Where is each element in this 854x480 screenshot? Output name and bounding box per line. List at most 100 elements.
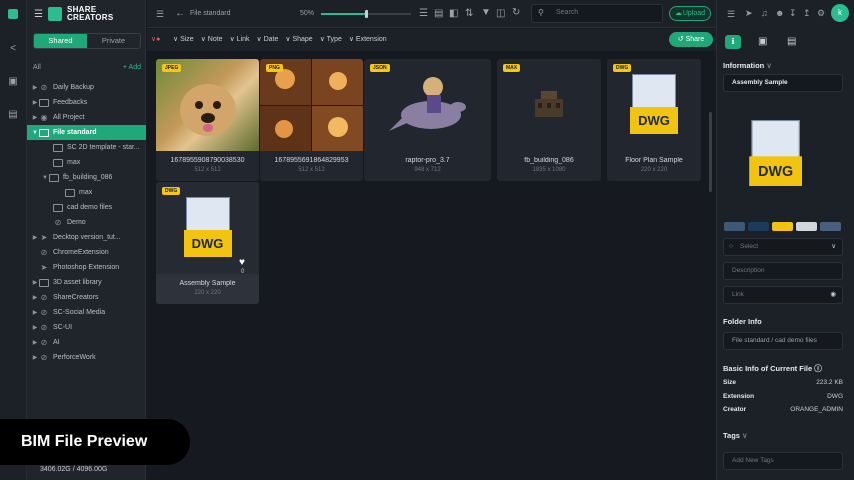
sidebar-item-all-project[interactable]: ▶ ◉ All Project: [27, 110, 146, 125]
panel-menu-icon[interactable]: ☰: [727, 9, 735, 20]
chevron-right-icon[interactable]: ▶: [31, 354, 39, 361]
filter-extension[interactable]: ∨ Extension: [349, 35, 387, 43]
sidebar-item-demo[interactable]: ⊘ Demo: [27, 215, 146, 230]
sidebar-item-sc-social-media[interactable]: ▶ ⊘ SC-Social Media: [27, 305, 146, 320]
sidebar-item-sc-2d-template[interactable]: SC 2D template - star...: [27, 140, 146, 155]
tab-shared[interactable]: Shared: [34, 34, 87, 48]
color-swatch[interactable]: [772, 222, 793, 231]
select-dropdown[interactable]: ○ Select ∨: [723, 238, 843, 256]
library-icon[interactable]: ▣: [6, 75, 20, 89]
image-tab-icon[interactable]: ▣: [758, 36, 767, 47]
globe-icon[interactable]: ◉: [830, 287, 836, 303]
chevron-right-icon[interactable]: ▶: [31, 294, 39, 301]
filter-shape[interactable]: ∨ Shape: [285, 35, 312, 43]
upload-button[interactable]: ☁ Upload: [669, 6, 711, 21]
zoom-slider-handle[interactable]: [365, 10, 368, 18]
chevron-right-icon[interactable]: ▶: [31, 84, 39, 91]
chevron-right-icon[interactable]: ▶: [31, 99, 39, 106]
refresh-icon[interactable]: ↻: [512, 7, 520, 18]
sidebar-item-perforcework[interactable]: ▶ ⊘ PerforceWork: [27, 350, 146, 365]
avatar[interactable]: k: [831, 4, 849, 22]
sidebar-item-chrome-extension[interactable]: ⊘ ChromeExtension: [27, 245, 146, 260]
breadcrumb[interactable]: File standard: [190, 10, 230, 17]
share-icon[interactable]: <: [6, 42, 20, 56]
sidebar-item-daily-backup[interactable]: ▶ ⊘ Daily Backup: [27, 80, 146, 95]
link-field[interactable]: Link ◉: [723, 286, 843, 304]
sidebar-item-photoshop-extension[interactable]: ➤ Photoshop Extension: [27, 260, 146, 275]
sidebar-item-file-standard[interactable]: ▼ File standard: [27, 125, 146, 140]
folder-icon: [39, 278, 49, 287]
sidebar-item-cad-demo-files[interactable]: cad demo files: [27, 200, 146, 215]
file-card[interactable]: JPEG 1678955908790038530 512 x 512: [156, 59, 259, 181]
sidebar-item-fb-building[interactable]: ▼ fb_building_086: [27, 170, 146, 185]
scrollbar[interactable]: [709, 112, 712, 192]
storage-icon[interactable]: ▤: [6, 108, 20, 122]
sidebar-item-feedbacks[interactable]: ▶ Feedbacks: [27, 95, 146, 110]
layout-icon[interactable]: ◧: [449, 8, 458, 19]
chevron-down-icon[interactable]: ▼: [31, 130, 39, 136]
file-card[interactable]: JSON raptor-pro_3.7 948 x 712: [364, 59, 491, 181]
color-swatch[interactable]: [724, 222, 745, 231]
sidebar-item-sc-ui[interactable]: ▶ ⊘ SC-UI: [27, 320, 146, 335]
sidebar-item-max-sub[interactable]: max: [27, 185, 146, 200]
info-tab-icon[interactable]: ℹ: [725, 35, 741, 49]
zoom-slider[interactable]: [321, 10, 411, 18]
sidebar-item-max[interactable]: max: [27, 155, 146, 170]
add-tags-input[interactable]: Add New Tags: [723, 452, 843, 470]
download-icon[interactable]: ↧: [789, 8, 797, 19]
settings-icon[interactable]: ⚙: [817, 8, 825, 19]
sidebar-item-sharecreators[interactable]: ▶ ⊘ ShareCreators: [27, 290, 146, 305]
thumbnail-raptor: [364, 59, 491, 151]
filter-type[interactable]: ∨ Type: [320, 35, 342, 43]
color-swatch[interactable]: [796, 222, 817, 231]
chevron-right-icon[interactable]: ▶: [31, 114, 39, 121]
chevron-right-icon[interactable]: ▶: [31, 279, 39, 286]
information-title[interactable]: Information ∨: [723, 61, 772, 70]
filter-date[interactable]: ∨ Date: [257, 35, 279, 43]
file-card[interactable]: PNG 1678955691864829953 512 x 512: [260, 59, 363, 181]
upload-icon[interactable]: ↥: [803, 8, 811, 19]
folder-icon: [53, 158, 63, 167]
folder-path[interactable]: File standard / cad demo files: [723, 332, 843, 350]
sort-icon[interactable]: ⇅: [465, 8, 473, 19]
add-button[interactable]: + Add: [123, 64, 141, 71]
search-input[interactable]: Search: [556, 9, 578, 16]
tab-private[interactable]: Private: [87, 34, 140, 48]
sidebar-toggle-icon[interactable]: ☰: [156, 9, 164, 20]
all-label[interactable]: All: [33, 64, 41, 71]
sidebar-item-decktop[interactable]: ▶ ➤ Decktop version_tut...: [27, 230, 146, 245]
columns-icon[interactable]: ◫: [496, 8, 505, 19]
folder-tab-icon[interactable]: ▤: [787, 36, 796, 47]
filter-note[interactable]: ∨ Note: [201, 35, 223, 43]
color-filter-icon[interactable]: ∨●: [151, 35, 160, 43]
sidebar-item-ai[interactable]: ▶ ⊘ AI: [27, 335, 146, 350]
filter-icon[interactable]: ▼: [481, 7, 491, 18]
filter-size[interactable]: ∨ Size: [173, 35, 194, 43]
user-icon[interactable]: ☻: [775, 8, 784, 18]
filter-link[interactable]: ∨ Link: [230, 35, 250, 43]
chevron-right-icon[interactable]: ▶: [31, 309, 39, 316]
chevron-right-icon[interactable]: ▶: [31, 234, 39, 241]
color-swatch[interactable]: [748, 222, 769, 231]
chevron-down-icon[interactable]: ▼: [41, 175, 49, 181]
color-swatch[interactable]: [820, 222, 841, 231]
back-arrow-icon[interactable]: ←: [175, 8, 185, 19]
file-name-field[interactable]: Assembly Sample: [723, 74, 843, 92]
info-view-icon[interactable]: ▤: [434, 8, 443, 19]
description-field[interactable]: Description: [723, 262, 843, 280]
hamburger-icon[interactable]: ☰: [34, 9, 43, 20]
tags-title[interactable]: Tags ∨: [723, 431, 748, 440]
chevron-right-icon[interactable]: ▶: [31, 339, 39, 346]
home-icon[interactable]: [6, 8, 20, 22]
share-button[interactable]: ↺ Share: [669, 32, 713, 47]
heart-icon[interactable]: ♥: [239, 257, 245, 268]
file-card[interactable]: MAX fb_building_086 1835 x 1080: [497, 59, 601, 181]
bell-icon[interactable]: ♫: [761, 8, 768, 18]
chevron-right-icon[interactable]: ▶: [31, 324, 39, 331]
search-box[interactable]: ⚲ Search: [531, 4, 663, 23]
rocket-icon[interactable]: ➤: [745, 8, 753, 19]
list-view-icon[interactable]: ☰: [419, 8, 428, 19]
sidebar-item-3d-asset-library[interactable]: ▶ 3D asset library: [27, 275, 146, 290]
file-card-selected[interactable]: DWG DWG ♥ 0 Assembly Sample 220 x 220: [156, 182, 259, 304]
file-card[interactable]: DWG DWG Floor Plan Sample 220 x 220: [607, 59, 701, 181]
